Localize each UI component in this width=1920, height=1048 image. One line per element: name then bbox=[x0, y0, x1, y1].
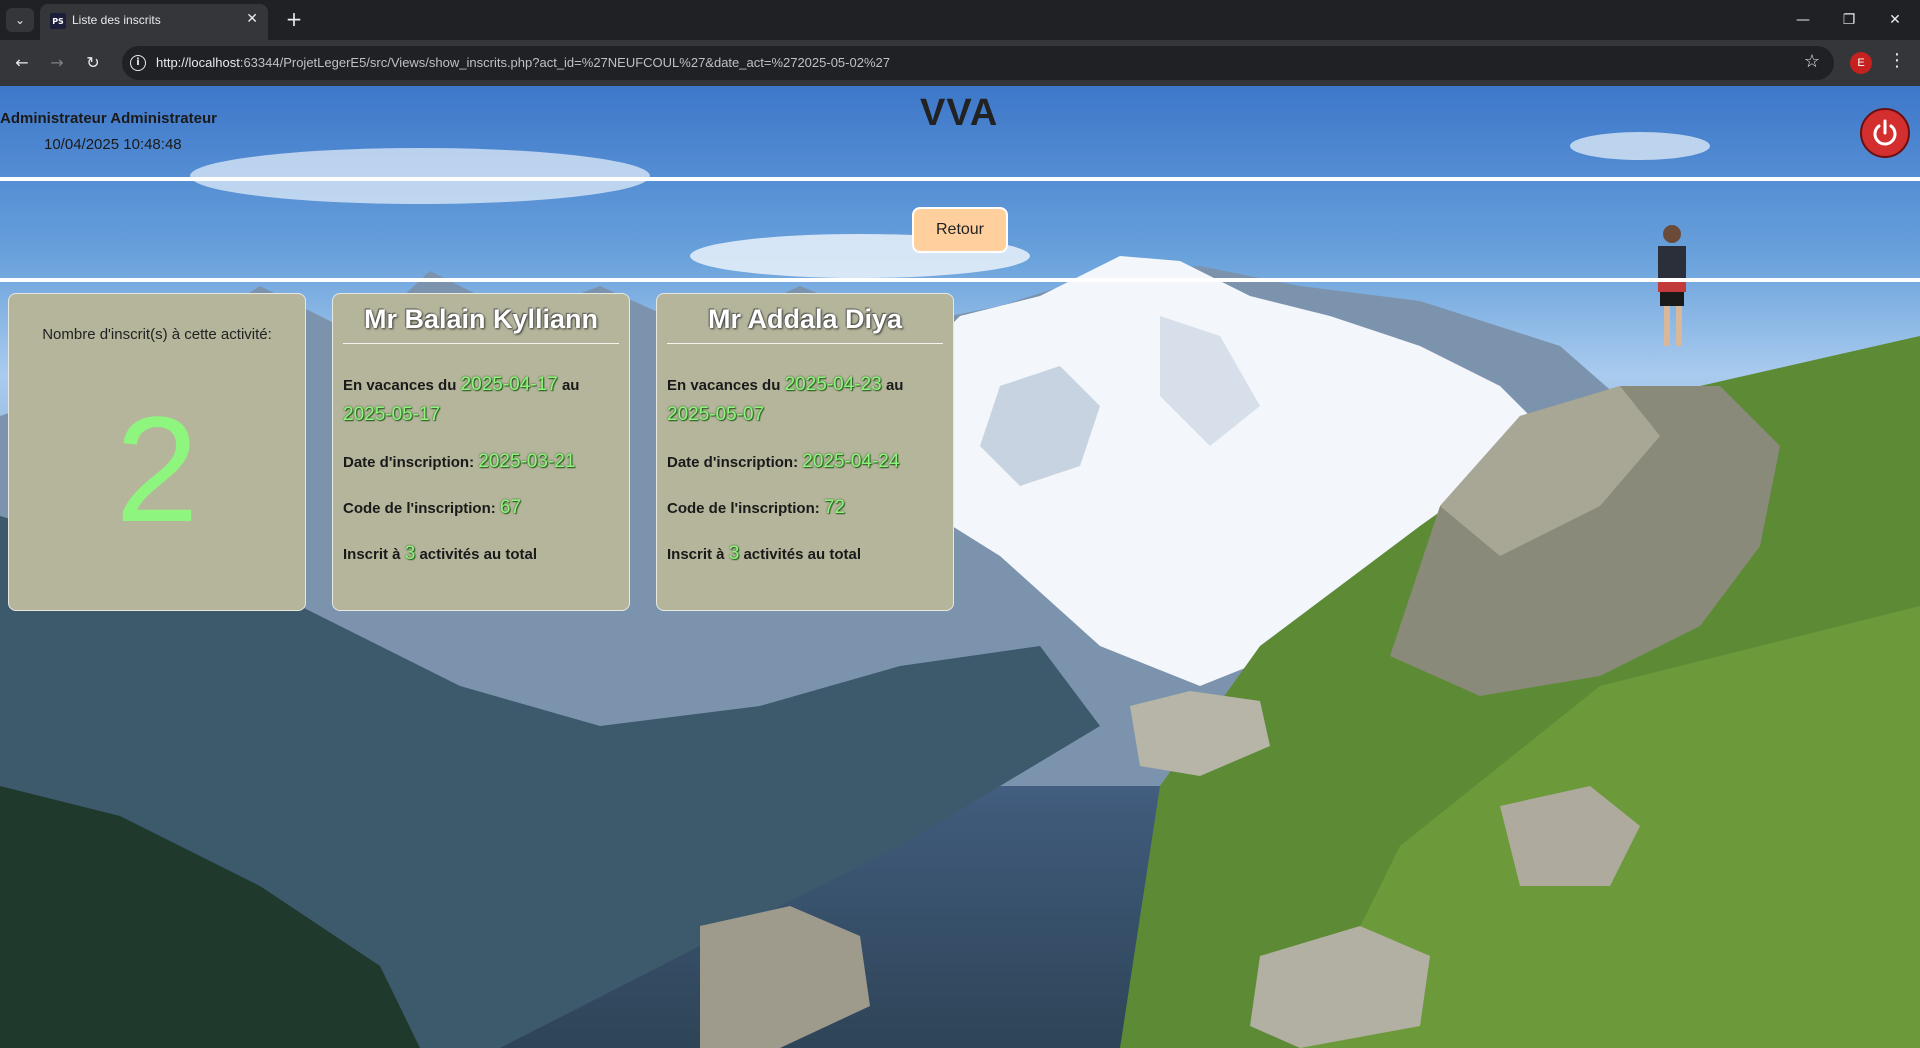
total-activites-value: 3 bbox=[728, 543, 740, 564]
vacances-to: 2025-05-07 bbox=[667, 404, 765, 425]
vacances-line: En vacances du 2025-04-17 au 2025-05-17 bbox=[343, 374, 580, 425]
count-value: 2 bbox=[115, 385, 199, 553]
power-icon bbox=[1873, 119, 1897, 146]
back-button[interactable]: ← bbox=[10, 51, 34, 75]
favicon-icon: PS bbox=[50, 13, 66, 29]
address-bar[interactable]: i http://localhost:63344/ProjetLegerE5/s… bbox=[122, 46, 1834, 80]
vacances-to: 2025-05-17 bbox=[343, 404, 441, 425]
tab-search-button[interactable]: ⌄ bbox=[6, 8, 34, 32]
reload-button[interactable]: ↻ bbox=[81, 51, 105, 75]
code-inscription-value: 72 bbox=[823, 497, 846, 518]
restore-button[interactable]: ❐ bbox=[1834, 8, 1864, 32]
total-activites-value: 3 bbox=[404, 543, 416, 564]
date-inscription-value: 2025-03-21 bbox=[478, 451, 576, 472]
inscrit-card: Mr Addala Diya En vacances du 2025-04-23… bbox=[656, 293, 954, 611]
inscrit-name: Mr Addala Diya bbox=[667, 304, 943, 344]
vacances-from: 2025-04-17 bbox=[460, 374, 558, 395]
inscrits-count-card: Nombre d'inscrit(s) à cette activité: 2 bbox=[8, 293, 306, 611]
code-inscription-line: Code de l'inscription: 67 bbox=[343, 497, 522, 518]
count-label: Nombre d'inscrit(s) à cette activité: bbox=[42, 326, 272, 343]
forward-button[interactable]: → bbox=[45, 51, 69, 75]
url-text[interactable]: http://localhost:63344/ProjetLegerE5/src… bbox=[156, 55, 890, 70]
date-inscription-value: 2025-04-24 bbox=[802, 451, 900, 472]
close-tab-icon[interactable]: ✕ bbox=[246, 11, 258, 27]
site-title: VVA bbox=[920, 92, 999, 134]
total-activites-line: Inscrit à 3 activités au total bbox=[667, 543, 861, 564]
vacances-from: 2025-04-23 bbox=[784, 374, 882, 395]
vacances-line: En vacances du 2025-04-23 au 2025-05-07 bbox=[667, 374, 904, 425]
inscrit-card: Mr Balain Kylliann En vacances du 2025-0… bbox=[332, 293, 630, 611]
current-datetime: 10/04/2025 10:48:48 bbox=[44, 136, 182, 153]
new-tab-button[interactable]: + bbox=[282, 8, 306, 32]
browser-tabstrip: ⌄ PS Liste des inscrits ✕ + — ❐ ✕ bbox=[0, 0, 1920, 40]
site-info-icon[interactable]: i bbox=[130, 55, 146, 71]
total-activites-line: Inscrit à 3 activités au total bbox=[343, 543, 537, 564]
inscrit-name: Mr Balain Kylliann bbox=[343, 304, 619, 344]
toolbar-divider bbox=[0, 278, 1920, 282]
browser-tab[interactable]: PS Liste des inscrits ✕ bbox=[40, 4, 268, 40]
browser-menu-icon[interactable]: ⋮ bbox=[1888, 50, 1906, 71]
profile-avatar[interactable]: E bbox=[1850, 52, 1872, 74]
date-inscription-line: Date d'inscription: 2025-04-24 bbox=[667, 451, 900, 472]
page-body: Administrateur Administrateur 10/04/2025… bbox=[0, 86, 1920, 1048]
logout-button[interactable] bbox=[1860, 108, 1910, 158]
header-divider bbox=[0, 177, 1920, 181]
retour-button[interactable]: Retour bbox=[912, 207, 1008, 253]
code-inscription-value: 67 bbox=[499, 497, 522, 518]
date-inscription-line: Date d'inscription: 2025-03-21 bbox=[343, 451, 576, 472]
browser-toolbar: ← → ↻ i http://localhost:63344/ProjetLeg… bbox=[0, 40, 1920, 86]
tab-title: Liste des inscrits bbox=[72, 13, 161, 27]
close-window-button[interactable]: ✕ bbox=[1880, 8, 1910, 32]
user-name: Administrateur Administrateur bbox=[0, 110, 217, 127]
bookmark-star-icon[interactable]: ☆ bbox=[1804, 51, 1820, 72]
minimize-button[interactable]: — bbox=[1788, 8, 1818, 32]
code-inscription-line: Code de l'inscription: 72 bbox=[667, 497, 846, 518]
